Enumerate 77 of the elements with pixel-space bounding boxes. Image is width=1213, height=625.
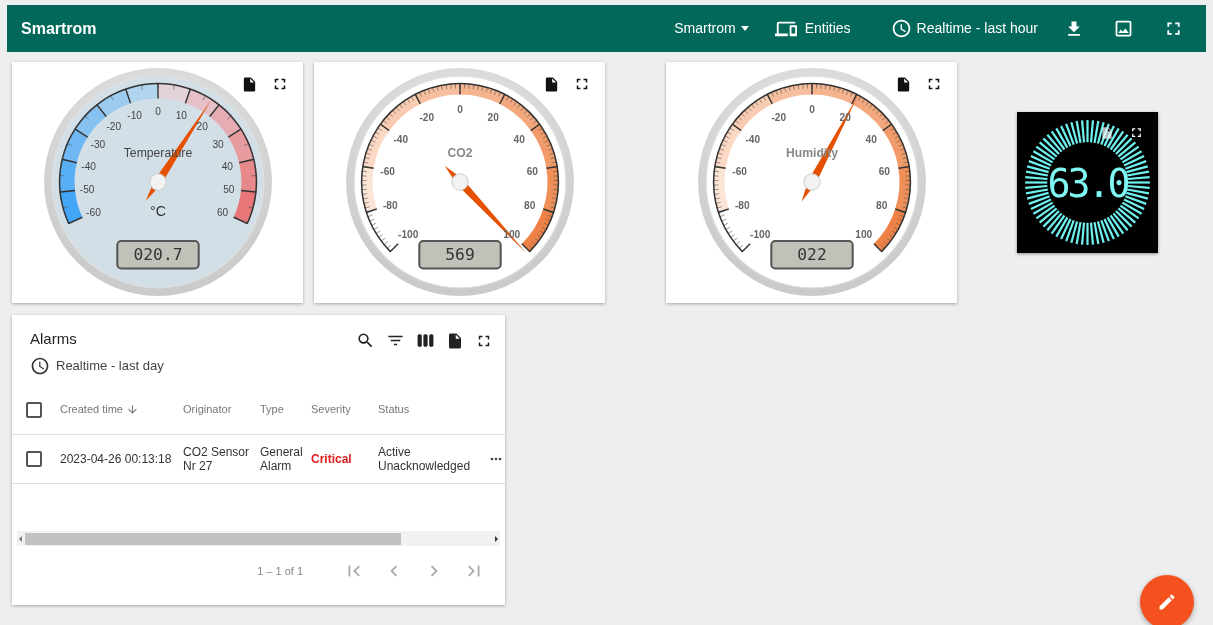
- tick-label: 100: [854, 228, 872, 240]
- tick-label: -60: [379, 165, 395, 177]
- needle-hub: [802, 173, 821, 191]
- display-value: 63.0: [1047, 160, 1128, 206]
- timewindow-label[interactable]: Realtime - last day: [56, 356, 164, 376]
- tick-label: -40: [392, 134, 408, 145]
- tick-label: -80: [382, 199, 398, 211]
- columns-icon[interactable]: [416, 331, 435, 350]
- table-cell-text: CO2 Sensor Nr 27: [183, 445, 251, 473]
- tick-label: -50: [79, 184, 94, 196]
- export-icon[interactable]: [241, 76, 258, 93]
- display-value: 569: [444, 245, 475, 265]
- pagination-range: 1 – 1 of 1: [257, 563, 303, 579]
- clock-icon: [30, 356, 50, 376]
- tick-label: -40: [744, 134, 760, 145]
- edit-icon: [1157, 592, 1177, 612]
- column-header[interactable]: Type: [260, 401, 284, 418]
- tick-label: 0: [456, 103, 463, 115]
- tick-label: 50: [222, 184, 234, 196]
- tick-label: -30: [90, 138, 105, 150]
- tick-label: -10: [126, 109, 142, 121]
- needle-hub: [450, 173, 469, 191]
- tick-label: 40: [865, 134, 877, 145]
- caret-icon: [740, 26, 749, 31]
- entities-button[interactable]: Entities: [774, 17, 851, 40]
- tick-label: 80: [875, 199, 887, 211]
- tick-label: 0: [808, 103, 815, 115]
- tick-label: -100: [749, 228, 770, 240]
- checkbox[interactable]: [26, 401, 42, 418]
- column-header[interactable]: Originator: [183, 401, 232, 418]
- tick-label: 60: [216, 207, 228, 219]
- tick-label: 30: [211, 138, 224, 150]
- export-icon[interactable]: [1100, 126, 1114, 140]
- tick-label: 20: [196, 121, 208, 133]
- tick-label: -60: [85, 207, 101, 219]
- tick-label: -100: [397, 228, 418, 240]
- tick-label: 0: [154, 105, 161, 117]
- timewindow-button[interactable]: Realtime - last hour: [890, 18, 1038, 39]
- edit-button[interactable]: [1140, 575, 1194, 625]
- card-title: Alarms: [30, 329, 78, 349]
- tick-label: -80: [734, 199, 750, 211]
- display-value: 022: [796, 245, 827, 265]
- table-cell-text: General Alarm: [260, 445, 304, 473]
- tick-label: 60: [526, 165, 538, 177]
- checkbox[interactable]: [26, 451, 42, 467]
- tick-label: 10: [175, 109, 187, 121]
- unit-label: °C: [149, 202, 166, 219]
- clock-icon: [890, 18, 912, 39]
- table-cell-text: Active Unacknowledged: [378, 445, 472, 473]
- export-icon[interactable]: [895, 76, 912, 93]
- column-header[interactable]: Created time: [60, 401, 139, 418]
- image-icon[interactable]: [1113, 18, 1134, 39]
- sort-arrow-icon: [126, 403, 139, 416]
- export-icon[interactable]: [446, 331, 464, 350]
- gauge-title: CO2: [446, 145, 473, 160]
- export-icon[interactable]: [543, 76, 560, 93]
- needle-hub: [148, 173, 167, 191]
- column-header[interactable]: Status: [378, 401, 410, 418]
- fullscreen-icon[interactable]: [1129, 125, 1144, 140]
- dashboard-title: Smartrom: [21, 18, 98, 39]
- tick-label: 40: [221, 160, 233, 172]
- tick-label: -20: [770, 111, 786, 123]
- tick-label: -20: [418, 111, 434, 123]
- tick-label: 40: [513, 134, 525, 145]
- tick-label: 60: [878, 165, 890, 177]
- tick-label: -60: [731, 165, 747, 177]
- tick-label: 20: [487, 111, 499, 123]
- tick-label: 80: [523, 199, 535, 211]
- state-selector[interactable]: Smartrom: [674, 18, 749, 39]
- table-cell-text: 2023-04-26 00:13:18: [60, 451, 172, 468]
- table-cell-text: Critical: [311, 451, 352, 468]
- tick-label: -40: [80, 160, 96, 172]
- horizontal-scrollbar[interactable]: [17, 531, 500, 546]
- column-header[interactable]: Severity: [311, 401, 351, 418]
- search-icon[interactable]: [356, 331, 375, 350]
- tick-label: -20: [106, 121, 121, 133]
- display-value: 020.7: [133, 245, 182, 265]
